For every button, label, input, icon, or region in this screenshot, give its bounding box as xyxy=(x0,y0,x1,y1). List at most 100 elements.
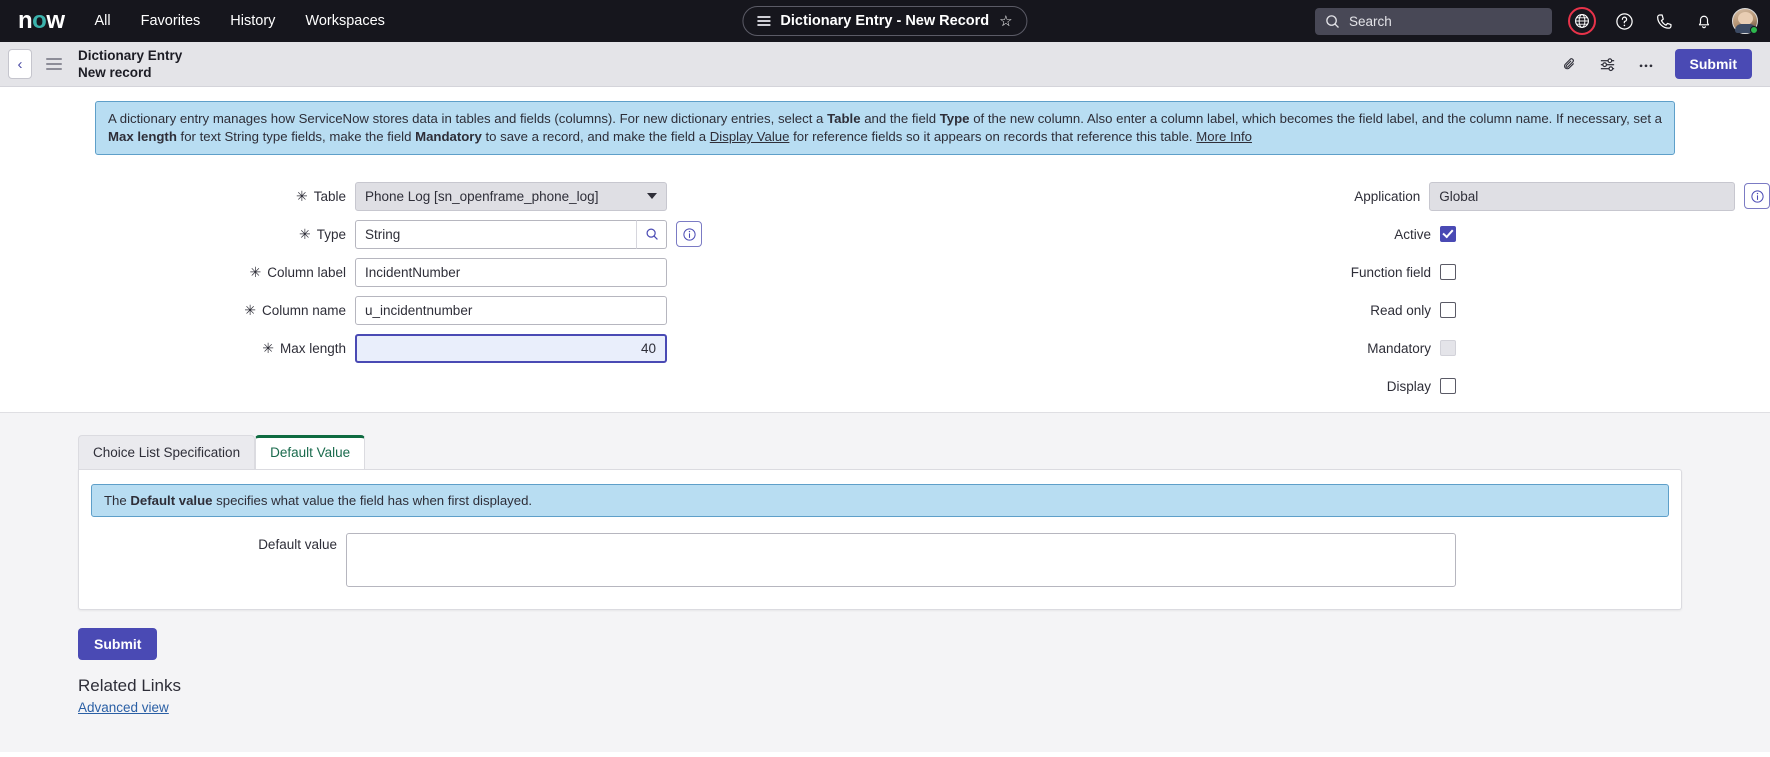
label-application: Application xyxy=(1354,188,1421,204)
breadcrumb: Dictionary Entry New record xyxy=(78,47,182,82)
type-info-button[interactable] xyxy=(676,221,702,248)
label-type: ✳ Type xyxy=(0,227,355,242)
banner-bold-type: Type xyxy=(939,111,970,126)
tab-default-value[interactable]: Default Value xyxy=(255,435,366,469)
search-input[interactable]: Search xyxy=(1315,7,1552,35)
default-value-info-banner: The Default value specifies what value t… xyxy=(91,484,1669,517)
now-logo[interactable]: now xyxy=(18,9,65,33)
field-row-read-only: Read only xyxy=(885,291,1770,329)
back-button[interactable]: ‹ xyxy=(8,49,32,79)
banner-text-4: for text String type fields, make the fi… xyxy=(176,129,416,145)
search-icon xyxy=(645,228,658,241)
submit-button-top[interactable]: Submit xyxy=(1674,49,1752,79)
form-right-column: Application Global Active Function field… xyxy=(885,177,1770,405)
globe-icon[interactable] xyxy=(1568,7,1596,35)
bell-icon[interactable] xyxy=(1692,9,1716,33)
application-field: Global xyxy=(1429,181,1736,211)
dv-banner-pre: The xyxy=(104,493,131,508)
table-field[interactable]: Phone Log [sn_openframe_phone_log] xyxy=(355,181,667,211)
user-avatar[interactable] xyxy=(1732,8,1758,34)
top-bar-right-group: Search xyxy=(1315,7,1758,35)
record-title-pill[interactable]: Dictionary Entry - New Record ☆ xyxy=(742,6,1028,36)
logo-n: n xyxy=(18,7,33,34)
chevron-down-icon[interactable] xyxy=(647,193,657,200)
label-table: ✳ Table xyxy=(0,189,355,204)
label-mandatory: Mandatory xyxy=(1367,340,1431,356)
nav-item-all[interactable]: All xyxy=(95,0,111,42)
max-length-field[interactable] xyxy=(355,333,667,363)
label-column-name: ✳ Column name xyxy=(0,303,355,318)
label-column-label: ✳ Column label xyxy=(0,265,355,280)
form-columns: ✳ Table Phone Log [sn_openframe_phone_lo… xyxy=(0,177,1770,405)
application-info-button[interactable] xyxy=(1744,183,1770,210)
breadcrumb-record-name: New record xyxy=(78,65,152,80)
application-field-value: Global xyxy=(1439,188,1479,204)
label-display: Display xyxy=(1386,378,1431,394)
type-field[interactable] xyxy=(355,219,636,249)
phone-icon[interactable] xyxy=(1652,9,1676,33)
field-row-application: Application Global xyxy=(885,177,1770,215)
banner-text-2: and the field xyxy=(860,111,940,126)
display-checkbox[interactable] xyxy=(1440,378,1456,395)
field-row-column-name: ✳ Column name xyxy=(0,291,885,329)
search-icon xyxy=(1326,14,1339,28)
lower-section: Choice List Specification Default Value … xyxy=(0,412,1770,752)
banner-link-more-info[interactable]: More Info xyxy=(1196,129,1252,144)
label-table-text: Table xyxy=(313,188,346,204)
field-row-function-field: Function field xyxy=(885,253,1770,291)
function-field-checkbox[interactable] xyxy=(1440,264,1456,281)
column-name-field[interactable] xyxy=(355,295,667,325)
banner-bold-maxlength: Max length xyxy=(108,129,177,145)
column-label-field[interactable] xyxy=(355,257,667,287)
favorite-star-icon[interactable]: ☆ xyxy=(999,14,1012,29)
related-link-advanced-view[interactable]: Advanced view xyxy=(78,700,169,715)
label-column-label-text: Column label xyxy=(267,264,346,280)
mandatory-checkbox xyxy=(1440,340,1456,357)
attachment-icon[interactable] xyxy=(1561,56,1578,73)
label-type-text: Type xyxy=(316,226,346,242)
logo-o: o xyxy=(32,7,47,34)
default-value-input[interactable] xyxy=(346,533,1456,587)
field-row-max-length: ✳ Max length xyxy=(0,329,885,367)
info-icon xyxy=(1751,190,1764,203)
default-value-panel: The Default value specifies what value t… xyxy=(78,469,1682,610)
toolbar-actions: Submit xyxy=(1561,49,1752,79)
banner-bold-mandatory: Mandatory xyxy=(415,129,482,145)
nav-item-history[interactable]: History xyxy=(230,0,275,42)
nav-item-favorites[interactable]: Favorites xyxy=(141,0,201,42)
form-left-column: ✳ Table Phone Log [sn_openframe_phone_lo… xyxy=(0,177,885,405)
label-max-length-text: Max length xyxy=(279,340,346,356)
type-lookup-button[interactable] xyxy=(636,219,667,249)
record-title-text: Dictionary Entry - New Record xyxy=(780,13,990,29)
field-row-mandatory: Mandatory xyxy=(885,329,1770,367)
related-links-heading: Related Links xyxy=(78,676,182,695)
form-area: A dictionary entry manages how ServiceNo… xyxy=(0,87,1770,412)
context-menu-icon[interactable] xyxy=(46,55,62,73)
required-marker: ✳ xyxy=(298,226,311,243)
submit-button-bottom[interactable]: Submit xyxy=(78,628,158,660)
personalize-icon[interactable] xyxy=(1598,55,1617,74)
label-read-only: Read only xyxy=(1370,302,1431,318)
dv-banner-post: specifies what value the field has when … xyxy=(212,493,533,508)
label-active: Active xyxy=(1394,226,1431,242)
nav-item-workspaces[interactable]: Workspaces xyxy=(305,0,385,42)
field-row-active: Active xyxy=(885,215,1770,253)
required-marker: ✳ xyxy=(262,340,274,357)
info-banner: A dictionary entry manages how ServiceNo… xyxy=(95,101,1675,156)
tab-choice-list-specification[interactable]: Choice List Specification xyxy=(78,435,256,469)
label-max-length: ✳ Max length xyxy=(0,341,355,356)
record-toolbar: ‹ Dictionary Entry New record Submit xyxy=(0,42,1770,87)
label-column-name-text: Column name xyxy=(261,302,346,318)
tab-bar: Choice List Specification Default Value xyxy=(78,435,1770,469)
active-checkbox[interactable] xyxy=(1440,226,1456,243)
read-only-checkbox[interactable] xyxy=(1440,302,1456,319)
online-status-dot xyxy=(1750,26,1758,34)
help-icon[interactable] xyxy=(1612,9,1636,33)
banner-link-display-value[interactable]: Display Value xyxy=(710,129,790,144)
list-menu-icon[interactable] xyxy=(757,14,771,29)
label-function-field: Function field xyxy=(1350,264,1431,280)
more-icon[interactable] xyxy=(1637,55,1655,73)
field-row-type: ✳ Type xyxy=(0,215,885,253)
dv-banner-bold: Default value xyxy=(130,493,213,508)
table-field-value: Phone Log [sn_openframe_phone_log] xyxy=(365,188,599,204)
